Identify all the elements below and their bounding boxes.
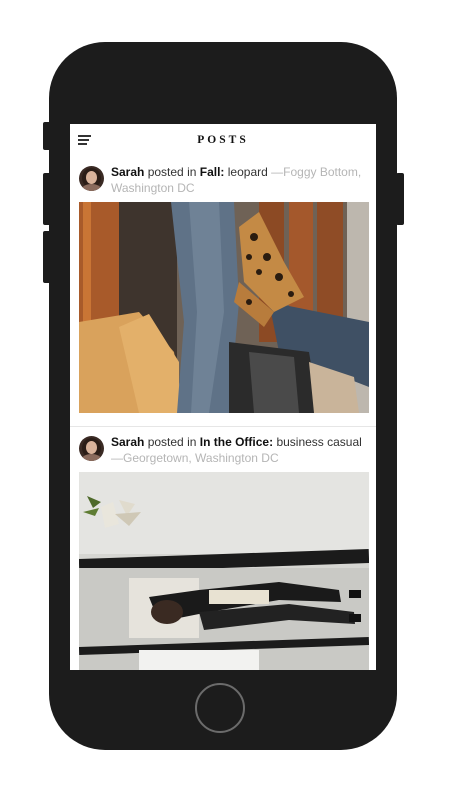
post-card: Sarah posted in Fall: leopard —Foggy Bot… (70, 160, 376, 427)
category-link[interactable]: Fall: (200, 165, 225, 179)
location-link[interactable]: Georgetown, Washington DC (123, 451, 279, 465)
author-link[interactable]: Sarah (111, 435, 144, 449)
top-bar: POSTS (70, 124, 376, 158)
power-button[interactable] (396, 173, 404, 225)
post-header: Sarah posted in In the Office: business … (70, 430, 376, 466)
post-caption: business casual (276, 435, 362, 449)
post-byline: Sarah posted in Fall: leopard —Foggy Bot… (111, 164, 369, 196)
page-title: POSTS (197, 134, 249, 146)
post-header: Sarah posted in Fall: leopard —Foggy Bot… (70, 160, 376, 196)
separator: — (111, 451, 123, 465)
photo-leopard-boots (79, 202, 369, 413)
posted-in-text: posted in (147, 435, 197, 449)
phone-screen: POSTS Sarah posted in Fall: leopard —Fog… (70, 124, 376, 670)
post-photo[interactable] (79, 472, 369, 670)
author-link[interactable]: Sarah (111, 165, 144, 179)
separator: — (267, 165, 284, 179)
post-card: Sarah posted in In the Office: business … (70, 430, 376, 670)
post-divider (70, 426, 376, 427)
home-button[interactable] (195, 683, 245, 733)
avatar[interactable] (79, 436, 104, 461)
category-link[interactable]: In the Office: (200, 435, 273, 449)
avatar[interactable] (79, 166, 104, 191)
posted-in-text: posted in (147, 165, 197, 179)
post-byline: Sarah posted in In the Office: business … (111, 434, 369, 466)
post-caption: leopard (227, 165, 268, 179)
post-photo[interactable] (79, 202, 369, 413)
photo-office-outfit (79, 472, 369, 670)
